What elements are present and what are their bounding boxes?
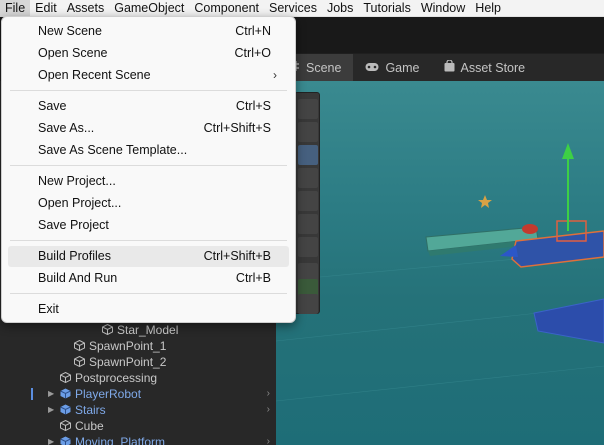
scale-tool-icon[interactable] [298, 191, 318, 211]
menu-tutorials[interactable]: Tutorials [358, 0, 415, 17]
hierarchy-item[interactable]: SpawnPoint_2 [0, 354, 276, 370]
expand-arrow-icon[interactable]: ▶ [48, 434, 54, 445]
tab-asset-store-label: Asset Store [460, 60, 526, 75]
hierarchy-item-label: PlayerRobot [75, 387, 142, 401]
menu-item-save[interactable]: Save Ctrl+S [8, 96, 289, 117]
menu-item-label: Save [38, 99, 67, 113]
menu-item-new-scene[interactable]: New Scene Ctrl+N [8, 21, 289, 42]
menu-item-shortcut: Ctrl+S [235, 99, 271, 113]
expand-arrow-icon[interactable]: ▶ [48, 386, 54, 402]
probuilder-icon[interactable] [298, 294, 318, 314]
gamepad-icon [365, 61, 379, 75]
menu-item-save-project[interactable]: Save Project [8, 215, 289, 236]
menu-bar: File Edit Assets GameObject Component Se… [0, 0, 604, 17]
gameobject-cube-icon [74, 339, 85, 352]
scene-tools-overlay [294, 92, 320, 314]
menu-gameobject[interactable]: GameObject [109, 0, 189, 17]
tab-game[interactable]: Game [353, 54, 431, 81]
menu-item-label: New Project... [38, 174, 116, 188]
rect-tool-icon[interactable] [298, 214, 318, 234]
hierarchy-item[interactable]: Cube [0, 418, 276, 434]
menu-item-build-profiles[interactable]: Build Profiles Ctrl+Shift+B [8, 246, 289, 267]
menu-item-label: Save As... [38, 121, 95, 135]
prefab-cube-icon [60, 403, 71, 415]
menu-item-label: Exit [38, 302, 59, 316]
hierarchy-item[interactable]: ▶ PlayerRobot › [0, 386, 276, 402]
prefab-cube-icon [60, 435, 71, 445]
hierarchy-item-label: Star_Model [117, 323, 179, 337]
transform-tool-icon[interactable] [298, 237, 318, 257]
tab-asset-store[interactable]: Asset Store [432, 54, 538, 81]
menu-item-exit[interactable]: Exit [8, 299, 289, 320]
hierarchy-item-label: SpawnPoint_2 [89, 355, 167, 369]
move-tool-icon[interactable] [298, 145, 318, 165]
menu-help[interactable]: Help [470, 0, 506, 17]
prefab-cube-icon [60, 387, 71, 399]
menu-item-shortcut: Ctrl+Shift+S [203, 121, 271, 135]
menu-window[interactable]: Window [416, 0, 470, 17]
menu-item-label: Build And Run [38, 271, 118, 285]
chevron-right-icon[interactable]: › [267, 386, 270, 402]
menu-item-shortcut: Ctrl+B [235, 271, 271, 285]
menu-item-shortcut: Ctrl+Shift+B [203, 249, 271, 263]
rotate-tool-icon[interactable] [298, 168, 318, 188]
hierarchy-item-label: Moving_Platform [75, 435, 166, 445]
menu-item-label: Open Recent Scene [38, 68, 151, 82]
hierarchy-item[interactable]: Postprocessing [0, 370, 276, 386]
menu-item-build-and-run[interactable]: Build And Run Ctrl+B [8, 268, 289, 289]
chevron-right-icon[interactable]: › [267, 402, 270, 418]
hierarchy-item[interactable]: Star_Model [0, 322, 276, 338]
menu-item-label: Open Project... [38, 196, 122, 210]
tab-scene-label: Scene [306, 60, 342, 75]
menu-item-shortcut: Ctrl+N [235, 24, 271, 38]
menu-item-save-as[interactable]: Save As... Ctrl+Shift+S [8, 118, 289, 139]
menu-item-label: Save As Scene Template... [38, 143, 188, 157]
hierarchy-item[interactable]: SpawnPoint_1 [0, 338, 276, 354]
menu-item-open-recent-scene[interactable]: Open Recent Scene › [8, 65, 289, 86]
scene-geometry [276, 143, 604, 402]
hierarchy-item-label: Stairs [75, 403, 106, 417]
view-tool-icon[interactable] [298, 99, 318, 119]
menu-services[interactable]: Services [264, 0, 322, 17]
hierarchy-item-label: SpawnPoint_1 [89, 339, 167, 353]
menu-component[interactable]: Component [189, 0, 264, 17]
file-menu-dropdown: New Scene Ctrl+N Open Scene Ctrl+O Open … [1, 16, 296, 323]
menu-item-label: Open Scene [38, 46, 108, 60]
menu-file[interactable]: File [0, 0, 31, 17]
menu-item-label: New Scene [38, 24, 102, 38]
gameobject-cube-icon [60, 371, 71, 384]
expand-arrow-icon[interactable]: ▶ [48, 402, 54, 418]
hierarchy-item-label: Postprocessing [75, 371, 158, 385]
tab-game-label: Game [385, 60, 420, 75]
menu-item-shortcut: Ctrl+O [234, 46, 271, 60]
menu-item-save-as-scene-template[interactable]: Save As Scene Template... [8, 140, 289, 161]
gameobject-cube-icon [74, 355, 85, 368]
shopping-bag-icon [444, 59, 455, 75]
menu-item-new-project[interactable]: New Project... [8, 171, 289, 192]
menu-item-open-scene[interactable]: Open Scene Ctrl+O [8, 43, 289, 64]
submenu-arrow-icon: › [273, 68, 277, 82]
menu-item-label: Save Project [38, 218, 109, 232]
hierarchy-item[interactable]: ▶ Moving_Platform › [0, 434, 276, 445]
menu-edit[interactable]: Edit [30, 0, 62, 17]
menu-separator [10, 293, 287, 294]
menu-separator [10, 240, 287, 241]
gameobject-cube-icon [60, 419, 71, 432]
hand-tool-icon[interactable] [298, 122, 318, 142]
menu-separator [10, 165, 287, 166]
menu-item-label: Build Profiles [38, 249, 111, 263]
menu-assets[interactable]: Assets [62, 0, 110, 17]
menu-separator [10, 90, 287, 91]
view-tabs: Scene Game Asset Store [276, 54, 604, 81]
menu-item-open-project[interactable]: Open Project... [8, 193, 289, 214]
menu-jobs[interactable]: Jobs [322, 0, 358, 17]
scene-viewport[interactable] [276, 81, 604, 445]
hierarchy-item[interactable]: ▶ Stairs › [0, 402, 276, 418]
gameobject-cube-icon [102, 323, 113, 336]
hierarchy-item-label: Cube [75, 419, 104, 433]
chevron-right-icon[interactable]: › [267, 434, 270, 445]
